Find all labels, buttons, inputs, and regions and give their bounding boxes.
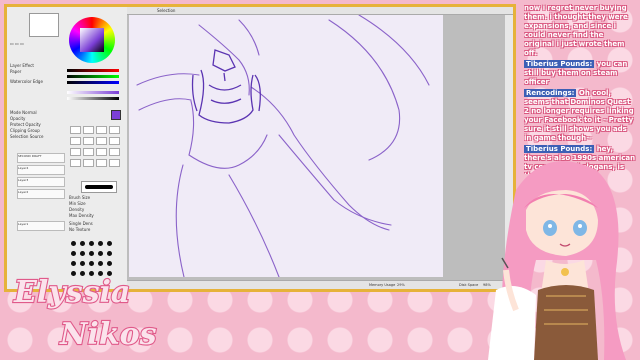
clipping-group-checkbox[interactable]: Clipping Group: [10, 128, 40, 133]
brush-tool-button[interactable]: [109, 137, 120, 145]
brush-tool-button[interactable]: [83, 148, 94, 156]
vtuber-avatar: [488, 161, 626, 360]
size-dot[interactable]: [80, 261, 85, 266]
size-dot[interactable]: [80, 251, 85, 256]
chat-message: Rencodings: Oh cool, seems that Dominos …: [524, 89, 636, 143]
texture-select[interactable]: No Texture: [69, 227, 90, 232]
memory-usage-label: Memory Usage: [369, 283, 396, 287]
color-slider-r[interactable]: [67, 69, 119, 72]
size-dot[interactable]: [89, 261, 94, 266]
layer-item[interactable]: Layer2: [17, 189, 65, 199]
layer-item[interactable]: Layer1: [17, 221, 65, 231]
brush-tool-button[interactable]: [96, 126, 107, 134]
brush-stroke-preview: [81, 181, 117, 193]
color-slider-s[interactable]: [67, 97, 119, 100]
tool-panel: ▭ ▭ ▭ Layer Effect Paper Watercolor Edge…: [7, 7, 128, 289]
brush-tool-button[interactable]: [83, 137, 94, 145]
memory-usage-value: 29%: [397, 283, 405, 287]
layer-item[interactable]: Layer3: [17, 177, 65, 187]
paper-label: Paper: [10, 69, 22, 74]
layer-effect-label: Layer Effect: [10, 63, 34, 68]
size-dot[interactable]: [71, 241, 76, 246]
size-dot[interactable]: [89, 241, 94, 246]
brush-tool-button[interactable]: [70, 137, 81, 145]
brush-tool-button[interactable]: [83, 126, 94, 134]
brush-tool-button[interactable]: [109, 159, 120, 167]
opacity-label[interactable]: Opacity: [10, 116, 25, 121]
max-density-label: Max Density: [69, 213, 94, 218]
mode-label[interactable]: Mode Normal: [10, 110, 37, 115]
brush-tool-grid: [69, 125, 121, 169]
sketch-drawing: [136, 14, 430, 278]
layer-item[interactable]: Layer4: [17, 165, 65, 175]
selection-source-checkbox[interactable]: Selection Source: [10, 134, 43, 139]
chat-text: now i regret never buying them. i though…: [524, 4, 628, 57]
brush-tool-button[interactable]: [70, 159, 81, 167]
disk-space-label: Disk Space: [459, 283, 479, 287]
stream-background: ▭ ▭ ▭ Layer Effect Paper Watercolor Edge…: [0, 0, 640, 360]
brush-tool-button[interactable]: [96, 137, 107, 145]
brush-tool-button[interactable]: [83, 159, 94, 167]
brush-tool-button[interactable]: [109, 148, 120, 156]
paint-app-window: ▭ ▭ ▭ Layer Effect Paper Watercolor Edge…: [4, 4, 516, 292]
size-dot[interactable]: [98, 261, 103, 266]
channel-logo: Elyssia Nikos: [12, 274, 158, 353]
current-color-swatch[interactable]: [111, 110, 121, 120]
logo-line-1: Elyssia: [13, 275, 130, 310]
density-label: Density: [69, 207, 85, 212]
brush-size-label: Brush Size: [69, 195, 91, 200]
panel-row-zoom[interactable]: ▭ ▭ ▭: [10, 41, 24, 46]
brush-tool-button[interactable]: [109, 126, 120, 134]
chat-username: Rencodings:: [524, 89, 577, 97]
canvas-toolbar[interactable]: Selection: [127, 7, 513, 15]
color-square[interactable]: [80, 28, 104, 52]
color-slider-g[interactable]: [67, 75, 119, 78]
blending-select[interactable]: Single Dens: [69, 221, 93, 226]
watercolor-label: Watercolor Edge: [10, 79, 43, 84]
size-dot[interactable]: [107, 251, 112, 256]
canvas-area: Selection Memory Usage 29% Disk Space 98…: [127, 7, 513, 289]
layer-item[interactable]: SECOND DRAFT: [17, 153, 65, 163]
size-dot[interactable]: [71, 261, 76, 266]
size-dot[interactable]: [107, 241, 112, 246]
chat-username: Tiberius Pounds:: [524, 60, 595, 68]
brush-tool-button[interactable]: [96, 148, 107, 156]
size-dot[interactable]: [98, 241, 103, 246]
min-size-label: Min Size: [69, 201, 86, 206]
chat-message: Tiberius Pounds: you can still buy them …: [524, 60, 636, 87]
chat-message: now i regret never buying them. i though…: [524, 4, 636, 58]
brush-tool-button[interactable]: [70, 126, 81, 134]
size-dot[interactable]: [80, 241, 85, 246]
protect-opacity-checkbox[interactable]: Protect Opacity: [10, 122, 41, 127]
size-dot[interactable]: [98, 251, 103, 256]
navigator-thumbnail[interactable]: [29, 13, 59, 37]
brush-tool-button[interactable]: [70, 148, 81, 156]
size-dot[interactable]: [107, 261, 112, 266]
drawing-canvas[interactable]: [129, 14, 443, 278]
color-slider-b[interactable]: [67, 81, 119, 84]
color-slider-h[interactable]: [67, 91, 119, 94]
chat-overlay: now i regret never buying them. i though…: [524, 4, 636, 174]
brush-tool-button[interactable]: [96, 159, 107, 167]
size-dot[interactable]: [89, 251, 94, 256]
logo-line-2: Nikos: [59, 317, 157, 352]
color-wheel[interactable]: [69, 17, 115, 63]
size-dot[interactable]: [71, 251, 76, 256]
